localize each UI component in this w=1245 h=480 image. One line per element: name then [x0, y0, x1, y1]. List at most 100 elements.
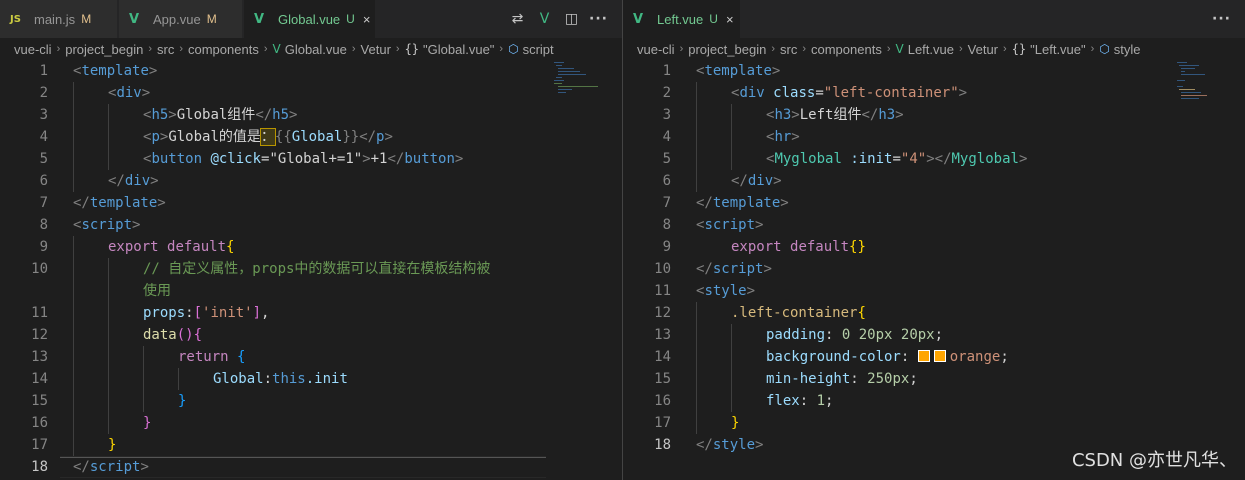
- code-line: 9 export default{}: [623, 236, 1245, 258]
- right-tab-bar: V Left.vue U × ···: [623, 0, 1245, 38]
- close-tab-icon[interactable]: ×: [363, 12, 371, 27]
- more-actions-icon[interactable]: ···: [1208, 8, 1235, 30]
- line-number: 8: [662, 217, 671, 233]
- left-editor-pane: JS main.js M V App.vue M V Global.vue U …: [0, 0, 622, 480]
- open-changes-icon[interactable]: ⇄: [504, 8, 531, 30]
- code-line: 16 }: [0, 412, 622, 434]
- line-number: 10: [654, 261, 671, 277]
- tab-global-vue[interactable]: V Global.vue U ×: [244, 0, 376, 38]
- breadcrumb-item[interactable]: components: [188, 42, 259, 57]
- line-number: 12: [31, 327, 48, 343]
- breadcrumb-item[interactable]: components: [811, 42, 882, 57]
- line-number: 16: [31, 415, 48, 431]
- color-swatch-icon[interactable]: [933, 350, 946, 362]
- vue-file-icon: V: [272, 42, 281, 56]
- minimap[interactable]: [1175, 60, 1235, 120]
- line-number: 16: [654, 393, 671, 409]
- line-number: 18: [654, 437, 671, 453]
- breadcrumb-item[interactable]: "Left.vue": [1030, 42, 1086, 57]
- code-line: 1 <template>: [0, 60, 622, 82]
- breadcrumb-item[interactable]: Vetur: [361, 42, 391, 57]
- tab-status-modified: M: [81, 12, 92, 26]
- tab-main-js[interactable]: JS main.js M: [0, 0, 118, 38]
- vue-preview-icon[interactable]: V: [531, 8, 558, 30]
- line-number: 7: [662, 195, 671, 211]
- chevron-right-icon: ›: [1090, 43, 1095, 55]
- breadcrumb-item[interactable]: project_begin: [688, 42, 766, 57]
- breadcrumb-item[interactable]: src: [780, 42, 797, 57]
- more-actions-icon[interactable]: ···: [585, 8, 612, 30]
- code-line: 12 data(){: [0, 324, 622, 346]
- tab-app-vue[interactable]: V App.vue M: [119, 0, 243, 38]
- code-line: 6 </div>: [0, 170, 622, 192]
- vue-file-icon: V: [895, 42, 904, 56]
- code-line: 7 </template>: [0, 192, 622, 214]
- code-line: 16 flex: 1;: [623, 390, 1245, 412]
- line-number: 5: [39, 151, 48, 167]
- line-number: 3: [662, 107, 671, 123]
- line-number: 13: [31, 349, 48, 365]
- code-line: 4 <p>Global的值是：{{Global}}</p>: [0, 126, 622, 148]
- code-line: 8 <script>: [0, 214, 622, 236]
- horizontal-scrollbar[interactable]: [60, 457, 546, 458]
- breadcrumb-item[interactable]: Global.vue: [285, 42, 347, 57]
- symbol-object-icon: {}: [404, 42, 420, 56]
- breadcrumb-item[interactable]: vue-cli: [637, 42, 675, 57]
- code-line: 3 <h3>Left组件</h3>: [623, 104, 1245, 126]
- breadcrumb-item[interactable]: style: [1114, 42, 1141, 57]
- line-number: 9: [662, 239, 671, 255]
- line-number: 3: [39, 107, 48, 123]
- tab-left-vue[interactable]: V Left.vue U ×: [623, 0, 741, 38]
- minimap[interactable]: [552, 60, 612, 120]
- tab-label: Left.vue: [657, 11, 704, 27]
- split-editor-icon[interactable]: ◫: [558, 8, 585, 30]
- breadcrumb-item[interactable]: Vetur: [968, 42, 998, 57]
- line-number: 10: [31, 261, 48, 277]
- breadcrumb-item[interactable]: Left.vue: [908, 42, 954, 57]
- editor-actions: ···: [1208, 0, 1245, 38]
- code-line: 11 props:['init'],: [0, 302, 622, 324]
- code-line-current: 18 </script>: [0, 456, 622, 478]
- code-line: 2 <div>: [0, 82, 622, 104]
- breadcrumb-item[interactable]: script: [523, 42, 554, 57]
- code-line: 6 </div>: [623, 170, 1245, 192]
- line-number: 13: [654, 327, 671, 343]
- chevron-right-icon: ›: [179, 43, 183, 55]
- code-editor-global-vue[interactable]: 1 <template> 2 <div> 3 <h5>Global组件</h5>…: [0, 60, 622, 480]
- code-line: 7 </template>: [623, 192, 1245, 214]
- watermark: CSDN @亦世凡华、: [1071, 450, 1237, 471]
- breadcrumb-item[interactable]: "Global.vue": [423, 42, 494, 57]
- close-tab-icon[interactable]: ×: [726, 12, 734, 27]
- code-line: 17 }: [623, 412, 1245, 434]
- code-line: 10 </script>: [623, 258, 1245, 280]
- code-line: 1 <template>: [623, 60, 1245, 82]
- line-number: 2: [39, 85, 48, 101]
- code-line: 12 .left-container{: [623, 302, 1245, 324]
- code-line: 8 <script>: [623, 214, 1245, 236]
- code-line: 17 }: [0, 434, 622, 456]
- chevron-right-icon: ›: [886, 43, 891, 55]
- line-number: 17: [31, 437, 48, 453]
- code-line: 15 min-height: 250px;: [623, 368, 1245, 390]
- breadcrumb-item[interactable]: project_begin: [65, 42, 143, 57]
- line-number: 15: [654, 371, 671, 387]
- right-editor-pane: V Left.vue U × ··· vue-cli › project_beg…: [623, 0, 1245, 480]
- code-line: 14 background-color: orange;: [623, 346, 1245, 368]
- line-number: 14: [31, 371, 48, 387]
- editor-actions: ⇄ V ◫ ···: [504, 0, 622, 38]
- vue-file-icon: V: [129, 11, 140, 27]
- line-number: 8: [39, 217, 48, 233]
- line-number: 12: [654, 305, 671, 321]
- symbol-object-icon: {}: [1011, 42, 1027, 56]
- line-number: 4: [39, 129, 48, 145]
- code-line: 14 Global:this.init: [0, 368, 622, 390]
- code-editor-left-vue[interactable]: 1 <template> 2 <div class="left-containe…: [623, 60, 1245, 480]
- chevron-right-icon: ›: [679, 43, 684, 55]
- code-line: 13 return {: [0, 346, 622, 368]
- javascript-file-icon: JS: [10, 13, 21, 25]
- breadcrumb-item[interactable]: vue-cli: [14, 42, 52, 57]
- line-number: 11: [31, 305, 48, 321]
- breadcrumb: vue-cli › project_begin › src › componen…: [0, 38, 622, 60]
- color-swatch-icon[interactable]: [917, 350, 930, 362]
- breadcrumb-item[interactable]: src: [157, 42, 174, 57]
